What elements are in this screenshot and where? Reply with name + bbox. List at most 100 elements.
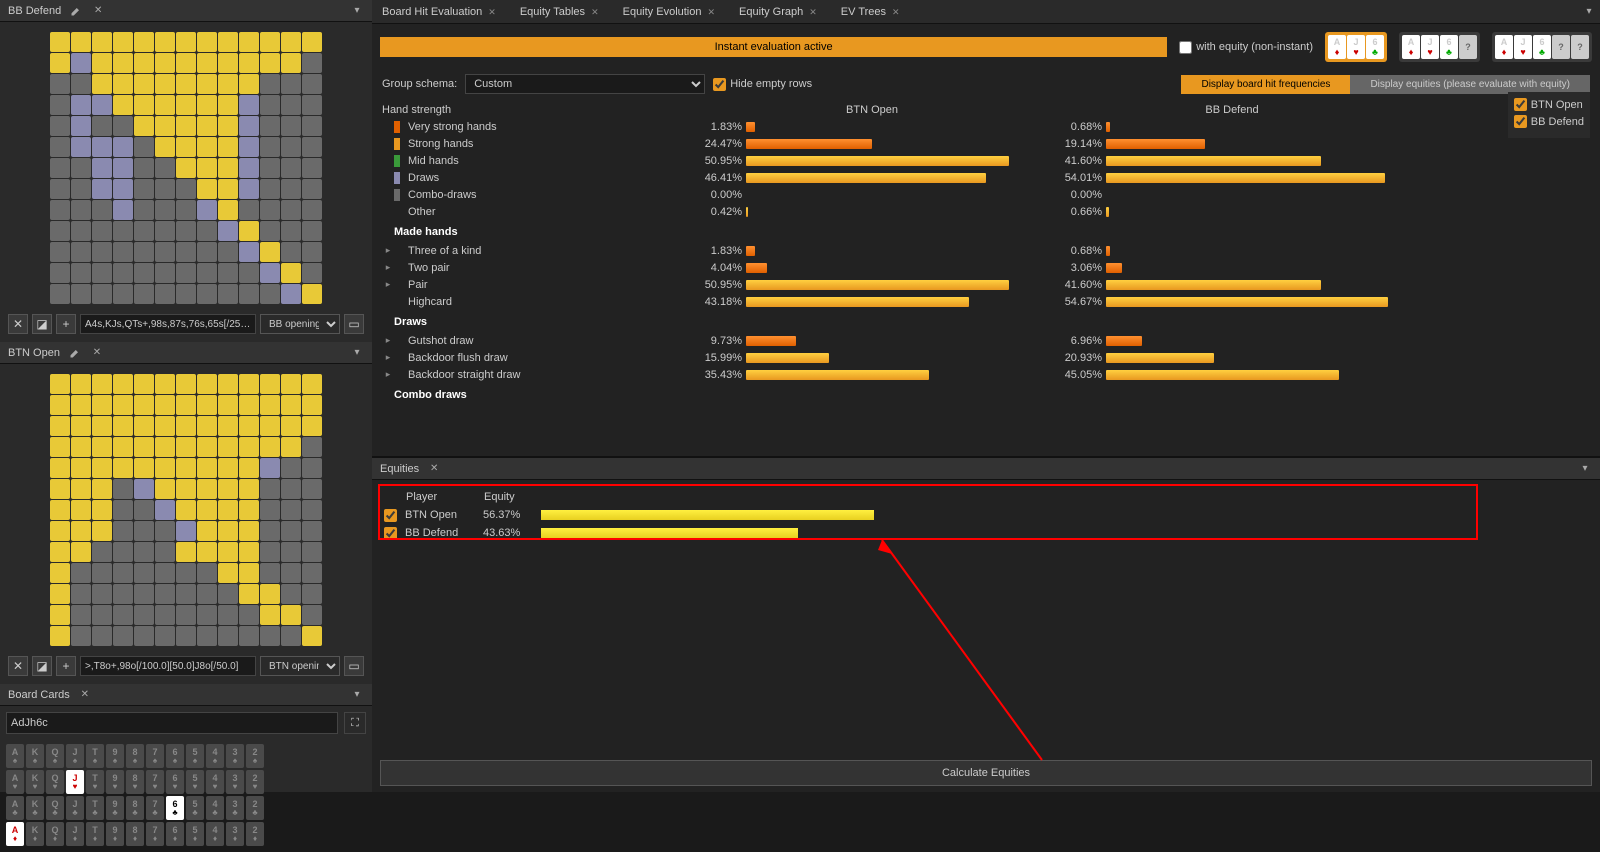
range-cell[interactable] [50, 263, 70, 283]
range-cell[interactable] [176, 437, 196, 457]
range-cell[interactable] [155, 563, 175, 583]
range-cell[interactable] [71, 200, 91, 220]
card-7d[interactable]: 7♦ [146, 822, 164, 846]
range-cell[interactable] [155, 479, 175, 499]
bb-preset-select[interactable]: BB opening r... [260, 314, 340, 334]
range-cell[interactable] [302, 32, 322, 52]
range-cell[interactable] [92, 74, 112, 94]
table-row[interactable]: ▸Backdoor flush draw15.99%20.93% [382, 349, 1590, 366]
range-cell[interactable] [302, 116, 322, 136]
range-cell[interactable] [113, 416, 133, 436]
range-cell[interactable] [302, 479, 322, 499]
range-cell[interactable] [281, 284, 301, 304]
range-cell[interactable] [281, 53, 301, 73]
close-icon[interactable] [892, 6, 900, 18]
range-cell[interactable] [113, 263, 133, 283]
card-8d[interactable]: 8♦ [126, 822, 144, 846]
tab-equity-evolution[interactable]: Equity Evolution [617, 4, 721, 20]
range-cell[interactable] [50, 200, 70, 220]
range-cell[interactable] [71, 416, 91, 436]
range-cell[interactable] [260, 458, 280, 478]
card-5c[interactable]: 5♣ [186, 796, 204, 820]
range-cell[interactable] [176, 137, 196, 157]
range-cell[interactable] [71, 179, 91, 199]
range-cell[interactable] [155, 221, 175, 241]
range-cell[interactable] [155, 605, 175, 625]
range-cell[interactable] [239, 605, 259, 625]
range-cell[interactable] [71, 542, 91, 562]
chevron-down-icon[interactable] [350, 688, 364, 702]
range-cell[interactable] [197, 584, 217, 604]
range-cell[interactable] [239, 458, 259, 478]
range-cell[interactable] [302, 200, 322, 220]
range-cell[interactable] [113, 32, 133, 52]
range-cell[interactable] [260, 284, 280, 304]
range-cell[interactable] [134, 74, 154, 94]
range-cell[interactable] [134, 284, 154, 304]
range-cell[interactable] [197, 116, 217, 136]
card-Td[interactable]: T♦ [86, 822, 104, 846]
range-cell[interactable] [71, 242, 91, 262]
card-Th[interactable]: T♥ [86, 770, 104, 794]
range-cell[interactable] [113, 74, 133, 94]
expand-icon[interactable]: ▸ [382, 279, 394, 290]
range-cell[interactable] [239, 584, 259, 604]
close-icon[interactable] [708, 6, 716, 18]
range-cell[interactable] [239, 626, 259, 646]
range-cell[interactable] [50, 374, 70, 394]
bb-defend-check[interactable]: BB Defend [1514, 115, 1584, 128]
range-cell[interactable] [281, 584, 301, 604]
table-row[interactable]: Draws46.41%54.01% [382, 169, 1590, 186]
range-cell[interactable] [260, 179, 280, 199]
range-cell[interactable] [281, 95, 301, 115]
range-cell[interactable] [113, 221, 133, 241]
range-cell[interactable] [302, 179, 322, 199]
range-cell[interactable] [71, 626, 91, 646]
popout-button[interactable]: ▭ [344, 656, 364, 676]
range-cell[interactable] [50, 500, 70, 520]
range-cell[interactable] [218, 500, 238, 520]
range-cell[interactable] [155, 284, 175, 304]
range-cell[interactable] [197, 626, 217, 646]
expand-icon[interactable]: ▸ [382, 245, 394, 256]
range-cell[interactable] [260, 53, 280, 73]
range-cell[interactable] [113, 563, 133, 583]
range-cell[interactable] [239, 158, 259, 178]
range-cell[interactable] [113, 179, 133, 199]
range-cell[interactable] [218, 521, 238, 541]
range-cell[interactable] [155, 158, 175, 178]
card-8h[interactable]: 8♥ [126, 770, 144, 794]
bb-range-input[interactable] [80, 314, 256, 334]
range-cell[interactable] [176, 416, 196, 436]
range-cell[interactable] [71, 158, 91, 178]
range-cell[interactable] [50, 626, 70, 646]
card-Jd[interactable]: J♦ [66, 822, 84, 846]
range-cell[interactable] [176, 542, 196, 562]
range-cell[interactable] [218, 242, 238, 262]
range-cell[interactable] [239, 284, 259, 304]
range-cell[interactable] [218, 605, 238, 625]
close-icon[interactable] [488, 6, 496, 18]
range-cell[interactable] [92, 263, 112, 283]
range-cell[interactable] [92, 374, 112, 394]
range-cell[interactable] [302, 74, 322, 94]
range-cell[interactable] [113, 137, 133, 157]
range-cell[interactable] [218, 179, 238, 199]
range-cell[interactable] [281, 158, 301, 178]
pencil-icon[interactable] [69, 4, 83, 18]
range-cell[interactable] [281, 137, 301, 157]
range-cell[interactable] [218, 458, 238, 478]
range-cell[interactable] [71, 437, 91, 457]
btn-open-range-grid[interactable] [50, 374, 323, 646]
range-cell[interactable] [176, 284, 196, 304]
range-cell[interactable] [218, 221, 238, 241]
range-cell[interactable] [134, 137, 154, 157]
range-cell[interactable] [176, 500, 196, 520]
range-cell[interactable] [71, 95, 91, 115]
range-cell[interactable] [134, 158, 154, 178]
range-cell[interactable] [50, 563, 70, 583]
btn-range-input[interactable] [80, 656, 256, 676]
range-cell[interactable] [302, 395, 322, 415]
range-cell[interactable] [155, 242, 175, 262]
range-cell[interactable] [197, 221, 217, 241]
